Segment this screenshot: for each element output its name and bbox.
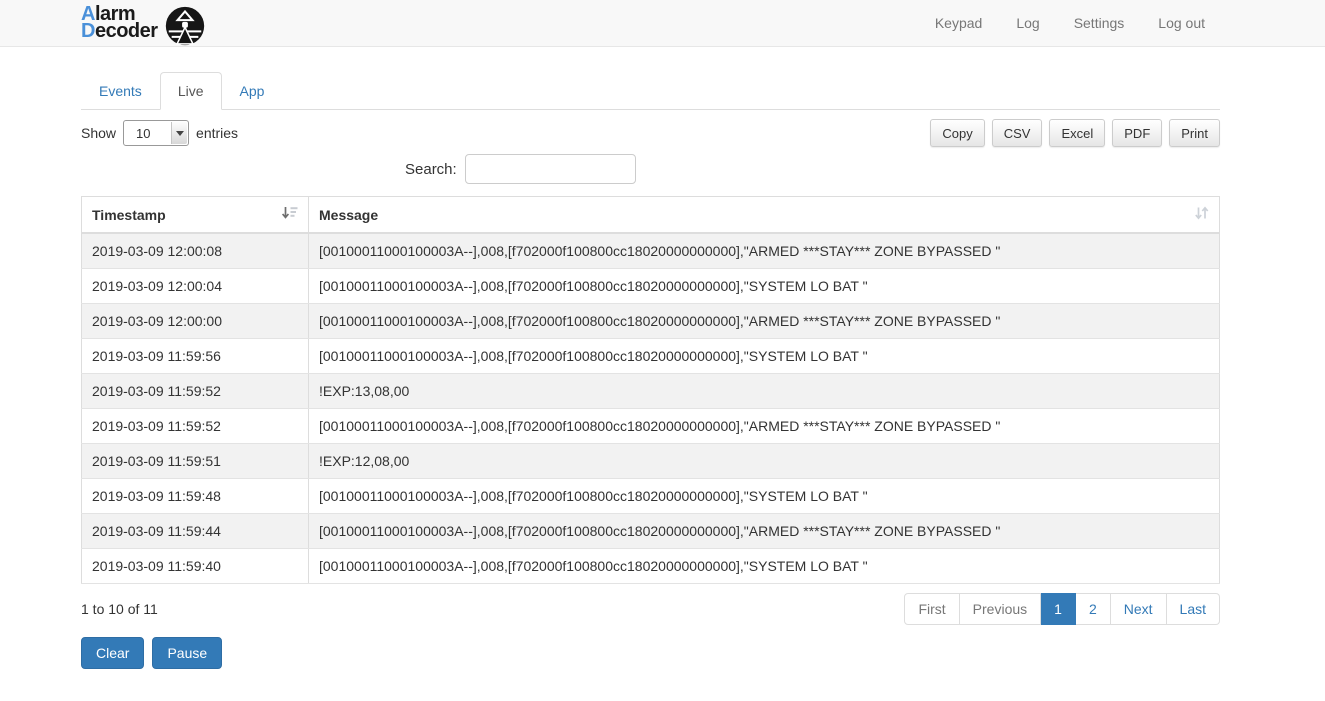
message-cell: !EXP:12,08,00 <box>309 444 1220 479</box>
message-cell: [00100011000100003A--],008,[f702000f1008… <box>309 339 1220 374</box>
page-button-2[interactable]: 2 <box>1076 593 1111 625</box>
timestamp-cell: 2019-03-09 12:00:04 <box>82 269 309 304</box>
pagination: FirstPrevious12NextLast <box>904 593 1220 625</box>
message-header-label: Message <box>319 207 378 223</box>
message-cell: [00100011000100003A--],008,[f702000f1008… <box>309 269 1220 304</box>
table-row: 2019-03-09 11:59:52[00100011000100003A--… <box>82 409 1220 444</box>
page-length-select[interactable]: 10 <box>123 120 189 146</box>
message-cell: [00100011000100003A--],008,[f702000f1008… <box>309 409 1220 444</box>
table-row: 2019-03-09 12:00:00[00100011000100003A--… <box>82 304 1220 339</box>
column-header-timestamp[interactable]: Timestamp <box>82 197 309 234</box>
message-cell: [00100011000100003A--],008,[f702000f1008… <box>309 233 1220 269</box>
tab-bar: EventsLiveApp <box>81 72 1220 110</box>
message-cell: !EXP:13,08,00 <box>309 374 1220 409</box>
timestamp-cell: 2019-03-09 11:59:56 <box>82 339 309 374</box>
alarmdecoder-lighthouse-icon <box>165 6 205 46</box>
nav-item-settings[interactable]: Settings <box>1057 15 1142 31</box>
brand-wordmark: Alarm Decoder <box>81 6 158 41</box>
nav-item-keypad[interactable]: Keypad <box>918 15 999 31</box>
timestamp-cell: 2019-03-09 12:00:00 <box>82 304 309 339</box>
top-nav: KeypadLogSettingsLog out <box>918 15 1222 31</box>
table-row: 2019-03-09 11:59:48[00100011000100003A--… <box>82 479 1220 514</box>
nav-item-log-out[interactable]: Log out <box>1141 15 1222 31</box>
page-button-1[interactable]: 1 <box>1041 593 1076 625</box>
table-header-row: Timestamp Message <box>82 197 1220 234</box>
table-row: 2019-03-09 11:59:44[00100011000100003A--… <box>82 514 1220 549</box>
search-control: Search: <box>405 154 1220 184</box>
sort-desc-icon <box>281 206 298 223</box>
timestamp-cell: 2019-03-09 11:59:51 <box>82 444 309 479</box>
excel-button[interactable]: Excel <box>1049 119 1105 147</box>
entries-label: entries <box>196 125 238 141</box>
timestamp-header-label: Timestamp <box>92 207 166 223</box>
table-row: 2019-03-09 11:59:40[00100011000100003A--… <box>82 549 1220 584</box>
live-log-table: Timestamp Message <box>81 196 1220 584</box>
tab-live[interactable]: Live <box>160 72 222 110</box>
timestamp-cell: 2019-03-09 11:59:44 <box>82 514 309 549</box>
page-button-next[interactable]: Next <box>1111 593 1167 625</box>
navbar: Alarm Decoder KeypadLogSettingsLog out <box>0 0 1325 47</box>
tab-events[interactable]: Events <box>81 72 160 110</box>
message-cell: [00100011000100003A--],008,[f702000f1008… <box>309 549 1220 584</box>
timestamp-cell: 2019-03-09 12:00:08 <box>82 233 309 269</box>
timestamp-cell: 2019-03-09 11:59:48 <box>82 479 309 514</box>
timestamp-cell: 2019-03-09 11:59:52 <box>82 374 309 409</box>
search-input[interactable] <box>465 154 636 184</box>
message-cell: [00100011000100003A--],008,[f702000f1008… <box>309 479 1220 514</box>
timestamp-cell: 2019-03-09 11:59:52 <box>82 409 309 444</box>
sort-unsorted-icon <box>1194 206 1209 223</box>
pause-button[interactable]: Pause <box>152 637 222 669</box>
table-footer: 1 to 10 of 11 FirstPrevious12NextLast <box>81 593 1220 625</box>
export-buttons: Copy CSVExcelPDFPrint <box>923 119 1220 147</box>
action-buttons: Clear Pause <box>81 637 1220 669</box>
copy-button[interactable]: Copy <box>930 119 984 147</box>
table-row: 2019-03-09 12:00:04[00100011000100003A--… <box>82 269 1220 304</box>
brand-logo[interactable]: Alarm Decoder <box>81 6 205 46</box>
csv-button[interactable]: CSV <box>992 119 1043 147</box>
table-controls: Show 10 entries Copy CSVExcelPDFPrint <box>81 119 1220 147</box>
message-cell: [00100011000100003A--],008,[f702000f1008… <box>309 304 1220 339</box>
search-label: Search: <box>405 161 457 178</box>
pdf-button[interactable]: PDF <box>1112 119 1162 147</box>
nav-item-log[interactable]: Log <box>999 15 1056 31</box>
message-cell: [00100011000100003A--],008,[f702000f1008… <box>309 514 1220 549</box>
main-content: EventsLiveApp Show 10 entries Copy CSVExc… <box>0 47 1325 669</box>
print-button[interactable]: Print <box>1169 119 1220 147</box>
clear-button[interactable]: Clear <box>81 637 144 669</box>
page-button-previous: Previous <box>960 593 1041 625</box>
page-button-last[interactable]: Last <box>1167 593 1220 625</box>
table-row: 2019-03-09 11:59:56[00100011000100003A--… <box>82 339 1220 374</box>
column-header-message[interactable]: Message <box>309 197 1220 234</box>
timestamp-cell: 2019-03-09 11:59:40 <box>82 549 309 584</box>
tab-app[interactable]: App <box>222 72 283 110</box>
page-length-control: Show 10 entries <box>81 120 238 146</box>
log-table-body: 2019-03-09 12:00:08[00100011000100003A--… <box>82 233 1220 584</box>
table-row: 2019-03-09 12:00:08[00100011000100003A--… <box>82 233 1220 269</box>
page-button-first: First <box>904 593 959 625</box>
table-info: 1 to 10 of 11 <box>81 601 158 617</box>
table-row: 2019-03-09 11:59:52!EXP:13,08,00 <box>82 374 1220 409</box>
show-label: Show <box>81 125 116 141</box>
table-row: 2019-03-09 11:59:51!EXP:12,08,00 <box>82 444 1220 479</box>
